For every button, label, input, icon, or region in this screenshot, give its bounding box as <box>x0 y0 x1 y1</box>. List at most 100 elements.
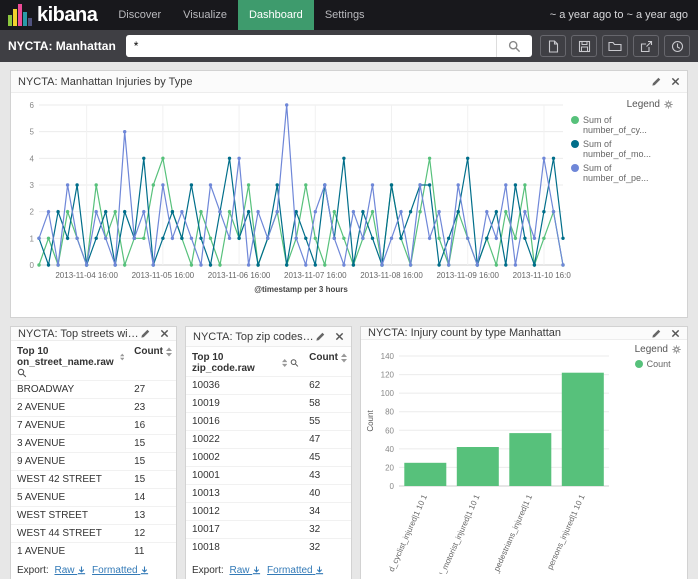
bar[interactable] <box>457 447 499 486</box>
data-point <box>199 237 202 240</box>
data-point <box>190 183 193 186</box>
data-point <box>190 237 193 240</box>
nav-item-dashboard[interactable]: Dashboard <box>238 0 314 30</box>
data-point <box>295 237 298 240</box>
data-point <box>342 263 345 266</box>
chart-text: 6 <box>30 101 35 110</box>
export-raw-link[interactable]: Raw <box>229 565 261 576</box>
search-button[interactable] <box>496 35 532 57</box>
table-row: WEST 42 STREET15 <box>11 471 176 489</box>
close-panel-icon[interactable] <box>335 332 344 341</box>
chart-text: d_motorist_injured|1 10 1 <box>437 493 482 574</box>
auto-refresh-button[interactable] <box>664 35 690 57</box>
table-row: 1 AVENUE11 <box>11 543 176 561</box>
save-dashboard-button[interactable] <box>571 35 597 57</box>
data-point <box>428 183 431 186</box>
bar[interactable] <box>562 373 604 486</box>
streets-table: Top 10 on_street_name.raw Count <box>11 343 176 560</box>
data-point <box>56 210 59 213</box>
data-point <box>142 237 145 240</box>
nav-item-visualize[interactable]: Visualize <box>172 0 238 30</box>
edit-panel-icon[interactable] <box>651 76 662 87</box>
table-cell: 10001 <box>186 467 303 485</box>
legend-toggle[interactable]: Legend <box>635 344 681 355</box>
data-point <box>437 263 440 266</box>
legend-title: Legend <box>627 99 660 110</box>
sort-icon <box>120 352 125 362</box>
table-row: 1001732 <box>186 521 351 539</box>
chart-text: 20 <box>385 463 394 472</box>
data-point <box>104 237 107 240</box>
data-point <box>457 183 460 186</box>
data-point <box>361 237 364 240</box>
legend-item-motorists[interactable]: Sum of number_of_mo... <box>571 139 673 159</box>
chart-text: persons_injured|1 10 1 <box>545 493 586 571</box>
legend-item-count[interactable]: Count <box>635 359 681 369</box>
close-panel-icon[interactable] <box>671 77 680 86</box>
table-cell: 10022 <box>186 431 303 449</box>
column-header-count[interactable]: Count <box>303 349 351 377</box>
legend-toggle[interactable]: Legend <box>571 99 673 110</box>
data-point <box>237 237 240 240</box>
kibana-logo-text: kibana <box>37 0 97 30</box>
data-point <box>409 210 412 213</box>
query-input[interactable] <box>126 35 496 57</box>
clock-icon <box>671 40 684 53</box>
nav-item-settings[interactable]: Settings <box>314 0 376 30</box>
edit-panel-icon[interactable] <box>651 328 662 339</box>
column-header-zip[interactable]: Top 10 zip_code.raw <box>186 349 303 377</box>
chart-text: d_pedestrians_injured|1 1 <box>488 493 534 574</box>
data-point <box>171 237 174 240</box>
data-point <box>190 263 193 266</box>
data-point <box>152 263 155 266</box>
data-point <box>114 263 117 266</box>
data-point <box>323 263 326 266</box>
data-point <box>66 183 69 186</box>
export-formatted-link[interactable]: Formatted <box>267 565 324 576</box>
load-dashboard-button[interactable] <box>602 35 628 57</box>
chart-text: 2013-11-05 16:00 <box>132 271 195 280</box>
search-wrap <box>126 35 532 57</box>
data-point <box>285 103 288 106</box>
data-point <box>485 210 488 213</box>
filter-column-icon[interactable] <box>290 358 299 368</box>
column-header-count[interactable]: Count <box>128 343 176 381</box>
data-point <box>514 237 517 240</box>
table-cell: 13 <box>128 507 176 525</box>
injury-count-bar-chart: 020406080100120140Countd_cyclist_injured… <box>363 342 687 574</box>
legend-item-pedestrians[interactable]: Sum of number_of_pe... <box>571 163 673 183</box>
chart-text: 2013-11-10 16:00 <box>513 271 571 280</box>
filter-column-icon[interactable] <box>17 368 27 378</box>
kibana-logo-icon <box>8 4 33 26</box>
table-cell: 10016 <box>186 413 303 431</box>
legend-item-cyclists[interactable]: Sum of number_of_cy... <box>571 115 673 135</box>
column-header-street[interactable]: Top 10 on_street_name.raw <box>11 343 128 381</box>
close-panel-icon[interactable] <box>160 329 169 338</box>
share-dashboard-button[interactable] <box>633 35 659 57</box>
bar[interactable] <box>509 433 551 486</box>
export-raw-link[interactable]: Raw <box>54 565 86 576</box>
edit-panel-icon[interactable] <box>140 328 151 339</box>
data-point <box>418 183 421 186</box>
data-point <box>123 263 126 266</box>
edit-panel-icon[interactable] <box>315 331 326 342</box>
table-cell: 2 AVENUE <box>11 399 128 417</box>
data-point <box>380 263 383 266</box>
kibana-logo[interactable]: kibana <box>0 0 107 30</box>
data-point <box>314 237 317 240</box>
data-point <box>485 237 488 240</box>
data-point <box>437 237 440 240</box>
time-range-picker[interactable]: ~ a year ago to ~ a year ago <box>550 9 698 21</box>
data-point <box>180 237 183 240</box>
new-dashboard-button[interactable] <box>540 35 566 57</box>
panel-title: NYCTA: Injury count by type Manhattan <box>368 327 651 339</box>
nav-item-discover[interactable]: Discover <box>107 0 172 30</box>
export-formatted-link[interactable]: Formatted <box>92 565 149 576</box>
data-point <box>161 183 164 186</box>
data-point <box>390 237 393 240</box>
bar[interactable] <box>404 463 446 486</box>
data-point <box>47 237 50 240</box>
close-panel-icon[interactable] <box>671 329 680 338</box>
data-point <box>466 237 469 240</box>
data-point <box>152 183 155 186</box>
